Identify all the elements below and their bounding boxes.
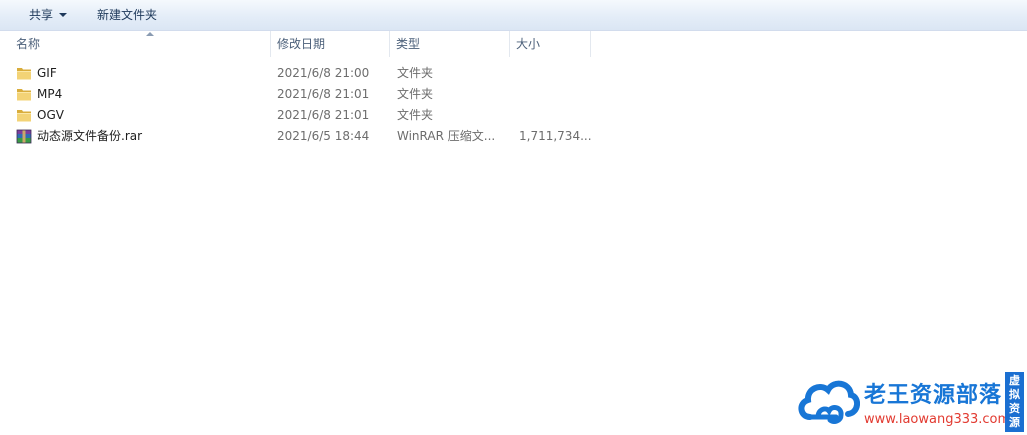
file-date: 2021/6/8 21:01 [277,87,370,101]
watermark-badge: 虚拟资源 [1005,372,1024,432]
file-row[interactable]: MP4 2021/6/8 21:01 文件夹 [0,84,600,105]
file-size: 1,711,734... [519,129,592,143]
file-name: 动态源文件备份.rar [37,129,143,143]
column-header-name-label: 名称 [16,37,41,51]
watermark: 老王资源部落 www.laowang333.com 虚拟资源 [796,370,1027,435]
file-type: WinRAR 压缩文... [397,129,496,143]
sort-ascending-icon [146,32,154,36]
command-bar: 共享 新建文件夹 [0,0,1027,31]
chevron-down-icon [59,13,68,17]
cloud-icon [798,380,860,424]
file-row[interactable]: OGV 2021/6/8 21:01 文件夹 [0,105,600,126]
file-row[interactable]: GIF 2021/6/8 21:00 文件夹 [0,63,600,84]
file-type: 文件夹 [397,66,434,80]
file-date: 2021/6/8 21:00 [277,66,370,80]
share-button-label: 共享 [29,8,54,22]
column-header-name[interactable]: 名称 [10,31,271,57]
file-type: 文件夹 [397,108,434,122]
file-type: 文件夹 [397,87,434,101]
file-name: OGV [37,108,64,122]
file-date: 2021/6/5 18:44 [277,129,370,143]
folder-icon [17,110,31,122]
file-row[interactable]: 动态源文件备份.rar 2021/6/5 18:44 WinRAR 压缩文...… [0,126,600,147]
watermark-brand: 老王资源部落 [864,383,1003,408]
file-name: MP4 [37,87,63,101]
column-header-size[interactable]: 大小 [510,31,591,57]
file-name: GIF [37,66,57,80]
column-header-type[interactable]: 类型 [390,31,510,57]
column-header-bar: 名称 修改日期 类型 大小 [0,31,1027,57]
watermark-url: www.laowang333.com [864,412,1011,427]
share-button[interactable]: 共享 [29,7,68,23]
new-folder-button[interactable]: 新建文件夹 [97,7,157,23]
folder-icon [17,89,31,101]
folder-icon [17,68,31,80]
column-header-date[interactable]: 修改日期 [271,31,390,57]
file-date: 2021/6/8 21:01 [277,108,370,122]
rar-archive-icon [16,129,32,144]
